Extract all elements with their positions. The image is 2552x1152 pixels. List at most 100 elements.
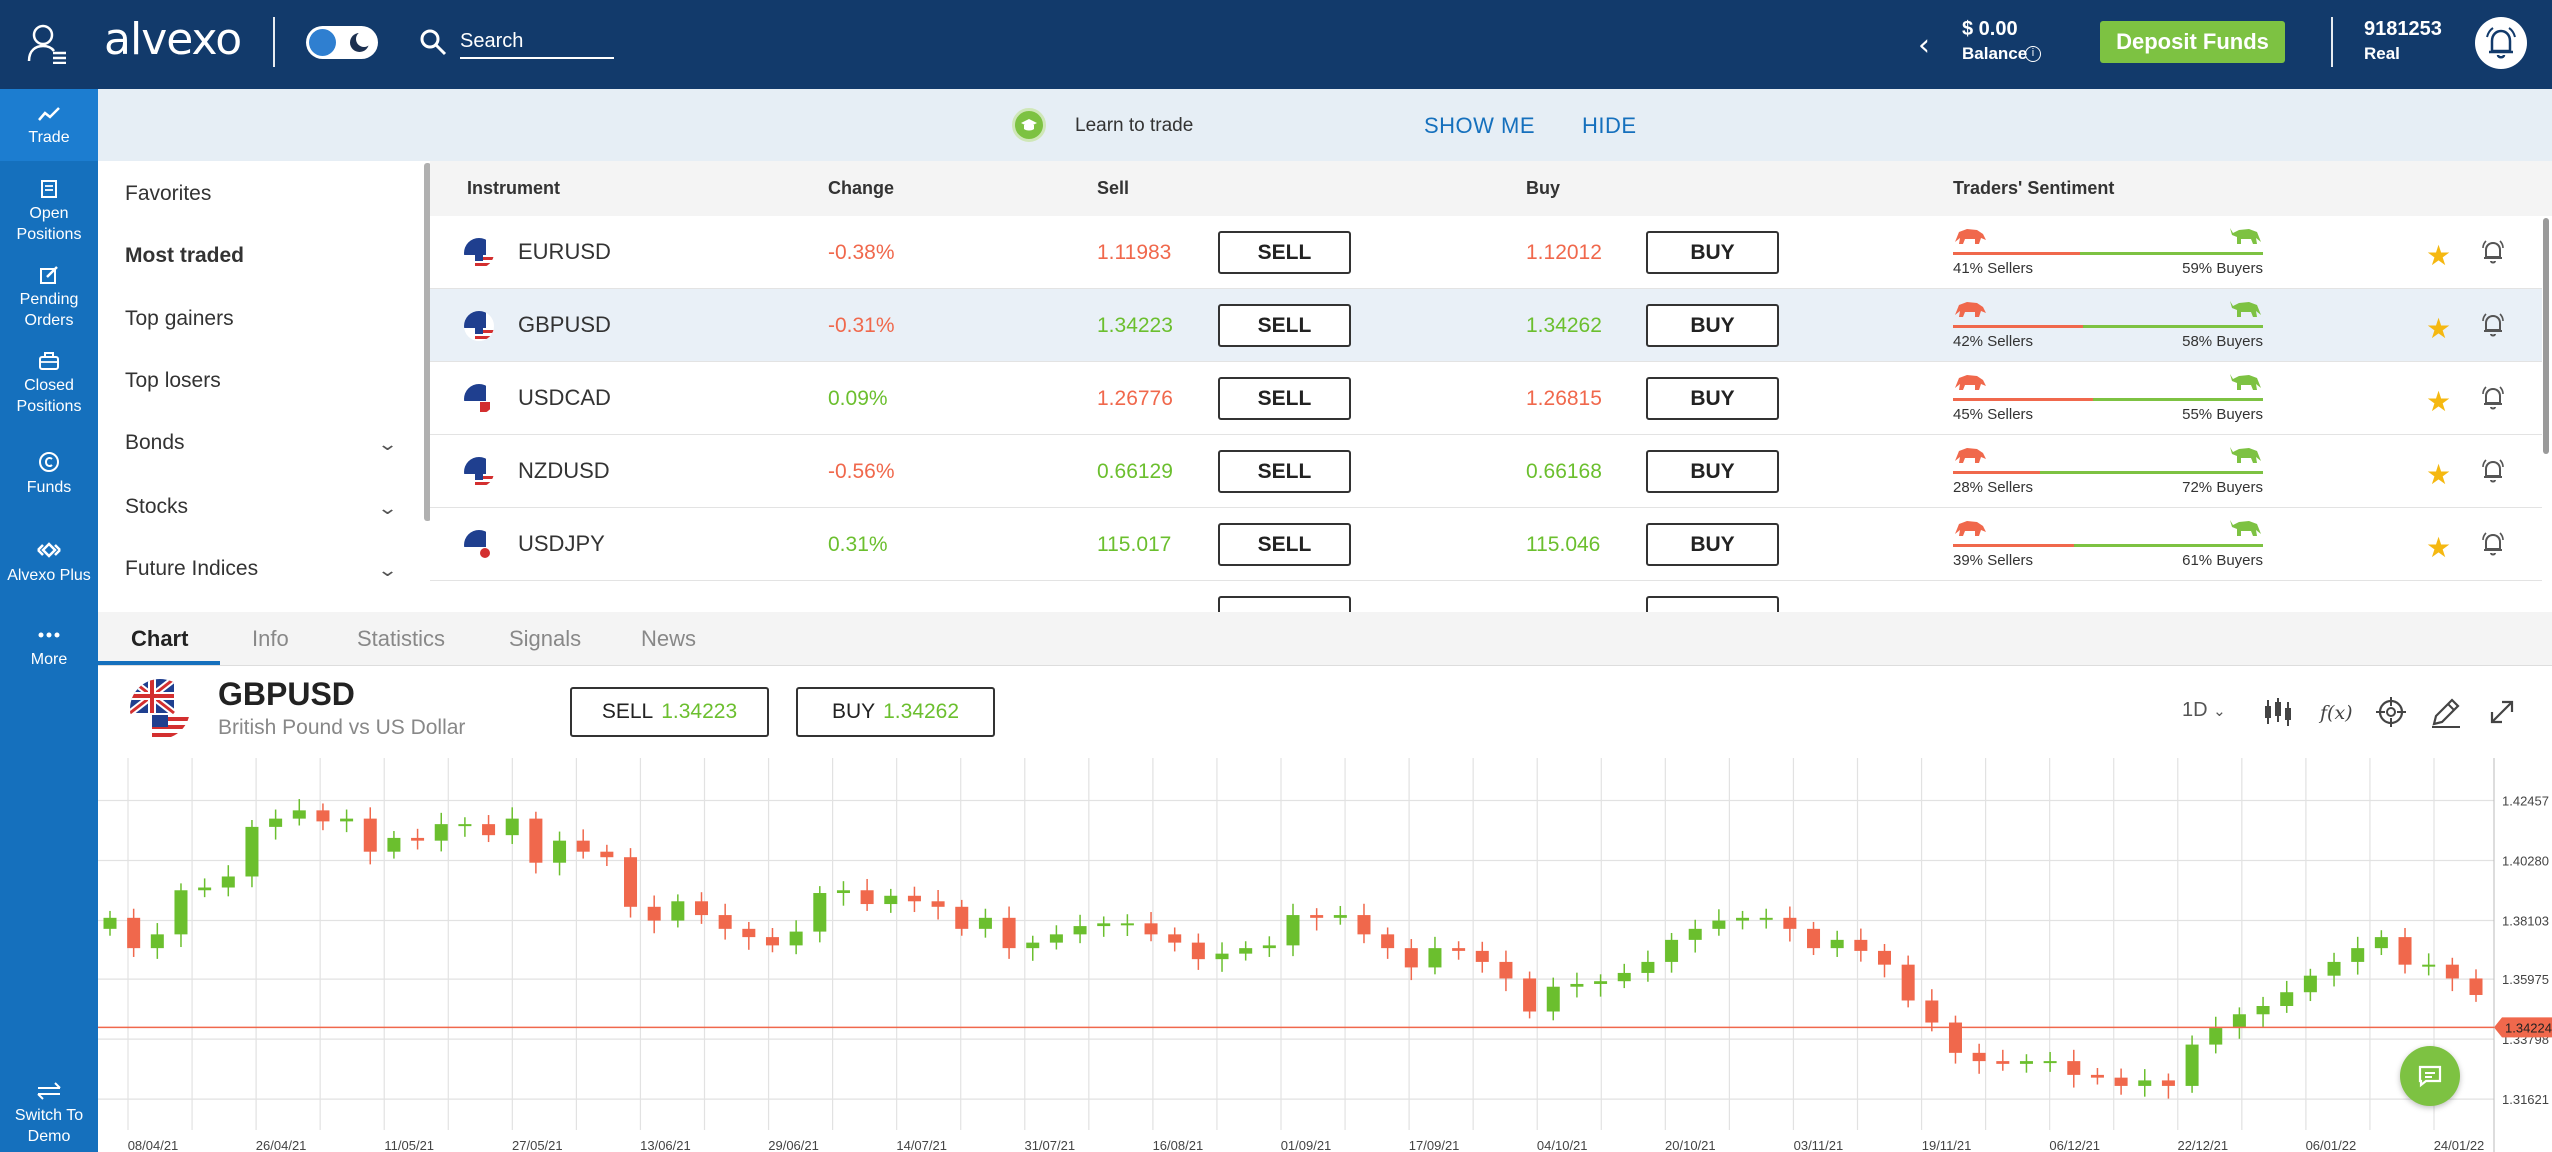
tab-news[interactable]: News	[641, 626, 696, 652]
table-row[interactable]: NZDUSD -0.56% 0.66129 SELL 0.66168 BUY 2…	[430, 435, 2542, 508]
favorite-star-icon[interactable]: ★	[2426, 458, 2451, 491]
price-alert-bell-icon[interactable]	[2480, 457, 2506, 485]
notifications-button[interactable]	[2475, 17, 2527, 69]
currency-flag-icon	[464, 530, 494, 560]
candle	[174, 890, 188, 935]
buy-button[interactable]: BUY	[1646, 450, 1779, 493]
table-row[interactable]: USDCAD 0.09% 1.26776 SELL 1.26815 BUY 45…	[430, 362, 2542, 435]
deposit-funds-button[interactable]: Deposit Funds	[2100, 21, 2285, 63]
theme-toggle[interactable]	[306, 26, 378, 59]
candle	[1002, 917, 1016, 949]
sell-button[interactable]: SELL	[1218, 523, 1351, 566]
info-icon[interactable]: i	[2025, 46, 2041, 62]
favorite-star-icon[interactable]: ★	[2426, 385, 2451, 418]
buy-price: 115.046	[1526, 533, 1601, 556]
table-row[interactable]: GBPUSD -0.31% 1.34223 SELL 1.34262 BUY 4…	[430, 289, 2542, 362]
column-buy[interactable]: Buy	[1526, 178, 1560, 199]
price-alert-bell-icon[interactable]	[2480, 384, 2506, 412]
hide-button[interactable]: HIDE	[1582, 113, 1637, 139]
nav-funds[interactable]: Funds	[0, 451, 98, 498]
category-stocks[interactable]: Stocks	[125, 495, 188, 519]
candle	[2185, 1044, 2199, 1086]
chat-button[interactable]	[2400, 1046, 2460, 1106]
user-menu-icon[interactable]	[26, 22, 68, 64]
table-row[interactable]: EURUSD -0.38% 1.11983 SELL 1.12012 BUY 4…	[430, 216, 2542, 289]
tab-statistics[interactable]: Statistics	[357, 626, 445, 652]
table-row[interactable]	[430, 581, 2542, 612]
account-number[interactable]: 9181253	[2364, 18, 2442, 41]
sell-button[interactable]: SELL	[1218, 231, 1351, 274]
column-change[interactable]: Change	[828, 178, 894, 199]
price-chart[interactable]: 1.424571.402801.381031.359751.337981.316…	[98, 758, 2552, 1152]
category-top-losers[interactable]: Top losers	[125, 369, 221, 393]
buy-price: 0.66168	[1526, 460, 1602, 483]
timeframe-selector[interactable]: 1D ⌄	[2182, 699, 2226, 722]
category-most-traded[interactable]: Most traded	[125, 244, 244, 268]
instrument-symbol[interactable]: NZDUSD	[518, 458, 610, 484]
price-alert-bell-icon[interactable]	[2480, 311, 2506, 339]
instrument-symbol[interactable]: USDCAD	[518, 385, 611, 411]
x-axis-label: 31/07/21	[1024, 1138, 1075, 1152]
category-favorites[interactable]: Favorites	[125, 182, 211, 206]
favorite-star-icon[interactable]: ★	[2426, 312, 2451, 345]
buy-button[interactable]	[1646, 596, 1779, 612]
sell-button[interactable]	[1218, 596, 1351, 612]
search-icon[interactable]	[418, 27, 448, 57]
price-alert-bell-icon[interactable]	[2480, 238, 2506, 266]
chart-sell-button[interactable]: SELL 1.34223	[570, 687, 769, 737]
search-input[interactable]	[460, 25, 614, 59]
buy-button[interactable]: BUY	[1646, 231, 1779, 274]
buy-label: BUY	[831, 700, 876, 723]
chevron-down-icon[interactable]: ⌄	[377, 560, 398, 581]
nav-open-positions[interactable]: Open Positions	[0, 179, 98, 245]
favorite-star-icon[interactable]: ★	[2426, 531, 2451, 564]
category-future-indices[interactable]: Future Indices	[125, 557, 258, 581]
table-scrollbar[interactable]	[2543, 218, 2549, 454]
candle	[1381, 934, 1395, 949]
nav-closed-positions[interactable]: Closed Positions	[0, 351, 98, 417]
nav-trade[interactable]: Trade	[0, 89, 98, 161]
candle	[316, 810, 330, 822]
candle	[1026, 942, 1040, 949]
sell-button[interactable]: SELL	[1218, 450, 1351, 493]
sell-button[interactable]: SELL	[1218, 304, 1351, 347]
tab-chart[interactable]: Chart	[131, 626, 188, 652]
indicators-fx-icon[interactable]: f(x)	[2318, 694, 2354, 730]
column-sell[interactable]: Sell	[1097, 178, 1129, 199]
category-top-gainers[interactable]: Top gainers	[125, 307, 234, 331]
nav-more[interactable]: More	[0, 625, 98, 670]
buy-button[interactable]: BUY	[1646, 304, 1779, 347]
sell-button[interactable]: SELL	[1218, 377, 1351, 420]
candlestick-type-icon[interactable]	[2260, 694, 2296, 730]
candle	[1972, 1052, 1986, 1062]
column-instrument[interactable]: Instrument	[467, 178, 560, 199]
chevron-down-icon[interactable]: ⌄	[377, 498, 398, 519]
table-row[interactable]: USDJPY 0.31% 115.017 SELL 115.046 BUY 39…	[430, 508, 2542, 581]
candle	[2398, 937, 2412, 965]
instrument-symbol[interactable]: GBPUSD	[518, 312, 611, 338]
candle	[1333, 915, 1347, 918]
chevron-down-icon[interactable]: ⌄	[377, 434, 398, 455]
alvexo-logo[interactable]: alvexo	[104, 14, 242, 65]
nav-alvexo-plus[interactable]: Alvexo Plus	[0, 539, 98, 586]
instrument-symbol[interactable]: USDJPY	[518, 531, 605, 557]
nav-pending-orders[interactable]: Pending Orders	[0, 265, 98, 331]
change-value: -0.56%	[828, 460, 895, 483]
switch-label: Switch To Demo	[14, 1107, 84, 1145]
draw-pencil-icon[interactable]	[2428, 694, 2464, 730]
instrument-symbol[interactable]: EURUSD	[518, 239, 611, 265]
show-me-button[interactable]: SHOW ME	[1424, 113, 1535, 139]
price-alert-bell-icon[interactable]	[2480, 530, 2506, 558]
tab-info[interactable]: Info	[252, 626, 289, 652]
column-traders-sentiment[interactable]: Traders' Sentiment	[1953, 178, 2114, 199]
category-bonds[interactable]: Bonds	[125, 431, 185, 455]
chart-buy-button[interactable]: BUY 1.34262	[796, 687, 995, 737]
favorite-star-icon[interactable]: ★	[2426, 239, 2451, 272]
tab-signals[interactable]: Signals	[509, 626, 581, 652]
expand-icon[interactable]	[2484, 694, 2520, 730]
crosshair-icon[interactable]	[2373, 694, 2409, 730]
chevron-left-icon[interactable]: ‹	[1918, 28, 1930, 63]
buy-button[interactable]: BUY	[1646, 377, 1779, 420]
switch-to-demo-button[interactable]: Switch To Demo	[4, 1081, 94, 1147]
buy-button[interactable]: BUY	[1646, 523, 1779, 566]
